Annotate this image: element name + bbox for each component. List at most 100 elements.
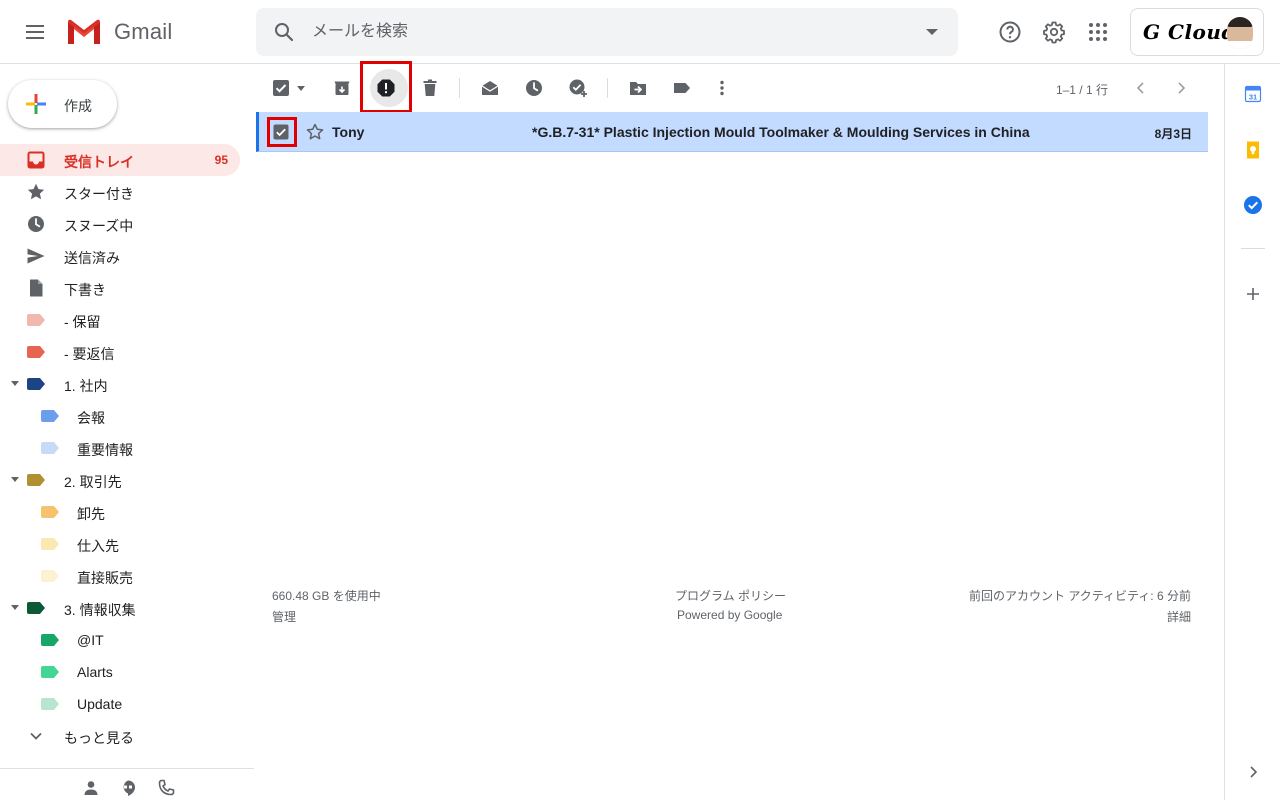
sidebar-item-drafts[interactable]: 下書き <box>0 272 240 304</box>
activity-details-link[interactable]: 詳細 <box>1167 608 1191 625</box>
search-icon[interactable] <box>272 20 296 44</box>
sidebar-item-label: 重要情報 <box>77 442 133 458</box>
star-icon <box>27 183 45 200</box>
settings-gear-icon[interactable] <box>1042 20 1066 44</box>
email-row[interactable]: Tony *G.B.7-31* Plastic Injection Mould … <box>256 112 1208 152</box>
compose-plus-icon <box>26 94 46 114</box>
more-vert-icon[interactable] <box>712 78 732 98</box>
sidebar-item-label-important-info[interactable]: 重要情報 <box>0 432 240 464</box>
email-subject: *G.B.7-31* Plastic Injection Mould Toolm… <box>532 124 1030 140</box>
draft-icon <box>30 279 43 297</box>
person-icon[interactable] <box>82 779 100 797</box>
tasks-icon[interactable] <box>1243 195 1263 215</box>
compose-label: 作成 <box>64 98 92 114</box>
sidebar-item-label: もっと見る <box>64 730 134 746</box>
label-icon <box>26 374 46 394</box>
sidebar-nav: 受信トレイ 95 スター付き スヌーズ中 送信済み 下書き - 保留 - 要返信… <box>0 144 256 752</box>
label-icon <box>40 662 60 682</box>
program-policy-link[interactable]: プログラム ポリシー <box>675 587 786 604</box>
gmail-logo[interactable]: Gmail <box>66 18 172 46</box>
sidebar-item-label: スヌーズ中 <box>64 218 134 234</box>
archive-icon[interactable] <box>332 78 352 98</box>
mark-as-read-icon[interactable] <box>480 78 500 98</box>
inbox-icon <box>27 151 45 169</box>
sidebar-item-label: 卸先 <box>77 506 105 522</box>
sidebar-item-label-suppliers[interactable]: 仕入先 <box>0 528 240 560</box>
side-panel: 31 <box>1224 64 1280 800</box>
sidebar-item-sent[interactable]: 送信済み <box>0 240 240 272</box>
sidebar-item-label-info-gathering[interactable]: 3. 情報収集 <box>0 592 240 624</box>
sidebar: 作成 受信トレイ 95 スター付き スヌーズ中 送信済み 下書き - 保留 - … <box>0 64 256 800</box>
svg-text:31: 31 <box>1249 93 1257 102</box>
expand-arrow-icon[interactable] <box>11 381 19 386</box>
email-date: 8月3日 <box>1154 127 1192 141</box>
sidebar-item-label-update[interactable]: Update <box>0 688 240 720</box>
apps-grid-icon[interactable] <box>1086 20 1110 44</box>
help-icon[interactable] <box>998 20 1022 44</box>
sidebar-item-label: 下書き <box>64 282 106 298</box>
sidebar-item-more[interactable]: もっと見る <box>0 720 240 752</box>
chevron-right-icon[interactable] <box>1173 80 1189 96</box>
sidebar-item-label-internal[interactable]: 1. 社内 <box>0 368 240 400</box>
search-options-caret-icon[interactable] <box>926 29 938 35</box>
sidebar-footer <box>0 768 254 800</box>
sidebar-item-label: Alarts <box>77 664 113 680</box>
account-switcher[interactable]: G Cloud <box>1130 8 1264 56</box>
sidebar-item-label: 受信トレイ <box>64 154 134 170</box>
hangouts-icon[interactable] <box>119 779 137 797</box>
calendar-icon[interactable]: 31 <box>1243 84 1263 104</box>
label-tag-icon[interactable] <box>672 78 692 98</box>
search-bar[interactable] <box>256 8 958 56</box>
sidebar-item-label-reply-needed[interactable]: - 要返信 <box>0 336 240 368</box>
sidebar-item-label-hold[interactable]: - 保留 <box>0 304 240 336</box>
unread-count-badge: 95 <box>214 153 228 167</box>
storage-usage-text: 660.48 GB を使用中 <box>272 589 381 603</box>
sidebar-item-label-direct-sales[interactable]: 直接販売 <box>0 560 240 592</box>
avatar[interactable] <box>1227 17 1253 49</box>
sidebar-item-label: - 保留 <box>64 314 101 330</box>
sidebar-item-label-at-it[interactable]: @IT <box>0 624 240 656</box>
sidebar-item-label: スター付き <box>64 186 134 202</box>
chevron-right-expand-icon[interactable] <box>1243 762 1263 782</box>
select-checkbox-icon[interactable] <box>272 79 290 97</box>
sidebar-item-inbox[interactable]: 受信トレイ 95 <box>0 144 240 176</box>
expand-arrow-icon[interactable] <box>11 605 19 610</box>
keep-icon[interactable] <box>1243 140 1263 160</box>
sidebar-item-label-wholesale[interactable]: 卸先 <box>0 496 240 528</box>
sidebar-item-starred[interactable]: スター付き <box>0 176 240 208</box>
menu-bar <box>26 31 44 33</box>
account-brand-logo: G Cloud <box>1143 20 1236 44</box>
delete-trash-icon[interactable] <box>420 78 440 98</box>
sidebar-item-label-newsletter[interactable]: 会報 <box>0 400 240 432</box>
menu-bar <box>26 25 44 27</box>
last-activity-text: 前回のアカウント アクティビティ: 6 分前 <box>969 589 1191 603</box>
sidebar-item-label-clients[interactable]: 2. 取引先 <box>0 464 240 496</box>
label-icon <box>26 598 46 618</box>
label-icon <box>26 470 46 490</box>
sidebar-item-snoozed[interactable]: スヌーズ中 <box>0 208 240 240</box>
select-dropdown-caret-icon[interactable] <box>297 86 305 91</box>
add-to-tasks-icon[interactable] <box>568 78 588 98</box>
app-name: Gmail <box>114 19 173 44</box>
expand-arrow-icon[interactable] <box>11 477 19 482</box>
powered-by-text: Powered by Google <box>677 608 783 622</box>
main-content: 1–1 / 1 行 Tony *G.B.7-31* Plastic Inject… <box>256 61 1224 800</box>
chevron-left-icon[interactable] <box>1133 80 1149 96</box>
sidebar-item-label-alarts[interactable]: Alarts <box>0 656 240 688</box>
add-plus-icon[interactable] <box>1243 284 1263 304</box>
snooze-clock-icon[interactable] <box>524 78 544 98</box>
manage-storage-link[interactable]: 管理 <box>272 608 296 625</box>
star-outline-icon[interactable] <box>305 122 325 142</box>
gmail-app: Gmail G Cloud <box>0 0 1280 800</box>
sidebar-item-label: 1. 社内 <box>64 378 108 394</box>
side-panel-divider <box>1241 248 1265 249</box>
phone-icon[interactable] <box>157 779 175 797</box>
compose-button[interactable]: 作成 <box>8 80 117 128</box>
toolbar-divider <box>607 78 608 98</box>
label-icon <box>40 694 60 714</box>
move-to-icon[interactable] <box>628 78 648 98</box>
label-icon <box>40 502 60 522</box>
search-input[interactable] <box>312 20 892 44</box>
main-menu-button[interactable] <box>22 20 48 44</box>
sidebar-item-label: 2. 取引先 <box>64 474 122 490</box>
